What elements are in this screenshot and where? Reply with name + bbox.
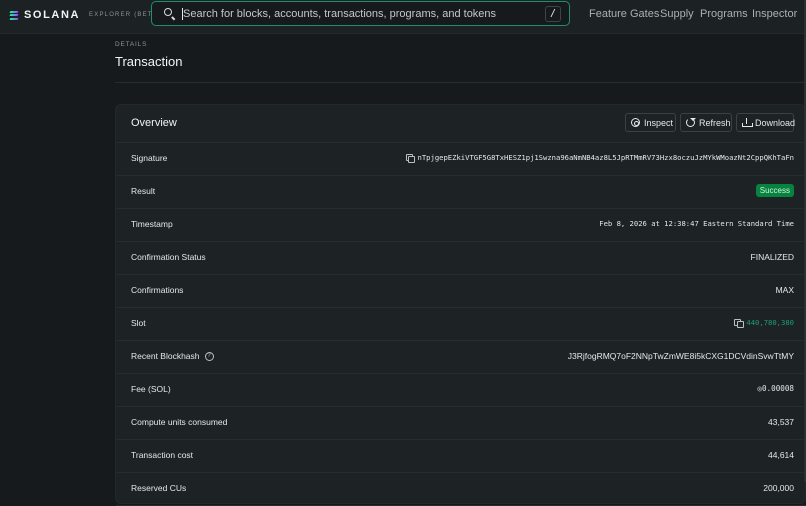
- row-label: Fee (SOL): [131, 384, 171, 394]
- row-value: J3RjfogRMQ7oF2NNpTwZmWE8i5kCXG1DCVdinSvw…: [568, 351, 794, 361]
- row-value: ◎0.00008: [757, 384, 794, 393]
- signature-value: nTpjgepEZkiVTGF5G8TxHESZ1pj1Swzna96aNmNB…: [417, 153, 794, 162]
- overview-card: Overview Inspect Refresh Download Signat…: [115, 104, 806, 506]
- header-divider: [115, 82, 806, 83]
- compute-units-value: 43,537: [768, 417, 794, 427]
- row-value: MAX: [776, 285, 794, 295]
- row-label: Signature: [131, 153, 168, 163]
- search-input[interactable]: [183, 7, 545, 20]
- row-value: nTpjgepEZkiVTGF5G8TxHESZ1pj1Swzna96aNmNB…: [405, 153, 794, 163]
- row-label: Recent Blockhash ?: [131, 351, 214, 361]
- copy-icon[interactable]: [734, 318, 744, 328]
- solana-explorer-logo[interactable]: SOLANA EXPLORER (BETA): [9, 9, 161, 21]
- refresh-icon: [686, 118, 696, 127]
- overview-card-header: Overview Inspect Refresh Download: [116, 105, 806, 143]
- row-compute-units: Compute units consumed 43,537: [116, 407, 806, 440]
- row-value: 200,000: [763, 483, 794, 493]
- refresh-button[interactable]: Refresh: [680, 113, 732, 132]
- brand-subtitle: EXPLORER (BETA): [89, 12, 161, 18]
- transaction-cost-value: 44,614: [768, 450, 794, 460]
- refresh-label: Refresh: [699, 117, 731, 128]
- page-header: DETAILS Transaction: [115, 41, 182, 69]
- nav-link-inspector[interactable]: Inspector: [752, 8, 797, 20]
- search-icon: [163, 7, 177, 21]
- overview-title: Overview: [131, 117, 177, 129]
- row-timestamp: Timestamp Feb 8, 2026 at 12:38:47 Easter…: [116, 209, 806, 242]
- help-icon[interactable]: ?: [204, 351, 214, 361]
- row-value: 44,614: [768, 450, 794, 460]
- status-badge: Success: [755, 184, 794, 197]
- row-transaction-cost: Transaction cost 44,614: [116, 440, 806, 473]
- download-button[interactable]: Download: [736, 113, 796, 132]
- row-label: Transaction cost: [131, 450, 194, 460]
- row-confirmation-status: Confirmation Status FINALIZED: [116, 242, 806, 275]
- row-label: Confirmation Status: [131, 252, 206, 262]
- page-pretitle: DETAILS: [115, 41, 148, 48]
- search-bar[interactable]: /: [151, 1, 570, 26]
- reserved-cus-value: 200,000: [763, 483, 794, 493]
- row-signature: Signature nTpjgepEZkiVTGF5G8TxHESZ1pj1Sw…: [116, 143, 806, 176]
- row-result: Result Success: [116, 176, 806, 209]
- row-value: 440,780,380: [734, 318, 794, 328]
- nav-link-feature-gates[interactable]: Feature Gates: [589, 8, 659, 20]
- row-value: FINALIZED: [751, 252, 794, 262]
- row-recent-blockhash: Recent Blockhash ? J3RjfogRMQ7oF2NNpTwZm…: [116, 341, 806, 374]
- row-label: Compute units consumed: [131, 417, 228, 427]
- row-label: Confirmations: [131, 285, 184, 295]
- blockhash-value: J3RjfogRMQ7oF2NNpTwZmWE8i5kCXG1DCVdinSvw…: [567, 351, 794, 361]
- inspect-icon: [631, 118, 640, 127]
- row-label: Timestamp: [131, 219, 173, 229]
- download-label: Download: [755, 117, 796, 128]
- inspect-button[interactable]: Inspect: [625, 113, 676, 132]
- confirmations-value: MAX: [775, 285, 794, 295]
- row-label: Reserved CUs: [131, 483, 187, 493]
- row-reserved-cus: Reserved CUs 200,000: [116, 473, 806, 506]
- timestamp-value: Feb 8, 2026 at 12:38:47 Eastern Standard…: [599, 219, 794, 228]
- fee-value: ◎0.00008: [757, 384, 794, 393]
- recent-blockhash-label: Recent Blockhash: [131, 351, 200, 361]
- row-slot: Slot 440,780,380: [116, 308, 806, 341]
- page-title: Transaction: [115, 54, 183, 69]
- solana-logo-icon: [9, 10, 19, 20]
- confirmation-status-value: FINALIZED: [750, 252, 794, 262]
- row-label: Slot: [131, 318, 146, 328]
- row-confirmations: Confirmations MAX: [116, 275, 806, 308]
- inspect-label: Inspect: [644, 117, 674, 128]
- row-value: Feb 8, 2026 at 12:38:47 Eastern Standard…: [599, 219, 794, 228]
- download-icon: [742, 118, 753, 127]
- copy-icon[interactable]: [405, 153, 416, 163]
- top-navbar: SOLANA EXPLORER (BETA) / Feature Gates S…: [0, 0, 806, 34]
- search-shortcut-key: /: [545, 5, 561, 22]
- slot-link[interactable]: 440,780,380: [746, 318, 794, 327]
- row-label: Result: [131, 186, 156, 196]
- nav-link-programs[interactable]: Programs: [700, 8, 748, 20]
- row-value: 43,537: [768, 417, 794, 427]
- row-value: Success: [755, 184, 794, 197]
- row-fee: Fee (SOL) ◎0.00008: [116, 374, 806, 407]
- brand-name: SOLANA: [24, 9, 81, 21]
- nav-link-supply[interactable]: Supply: [660, 8, 694, 20]
